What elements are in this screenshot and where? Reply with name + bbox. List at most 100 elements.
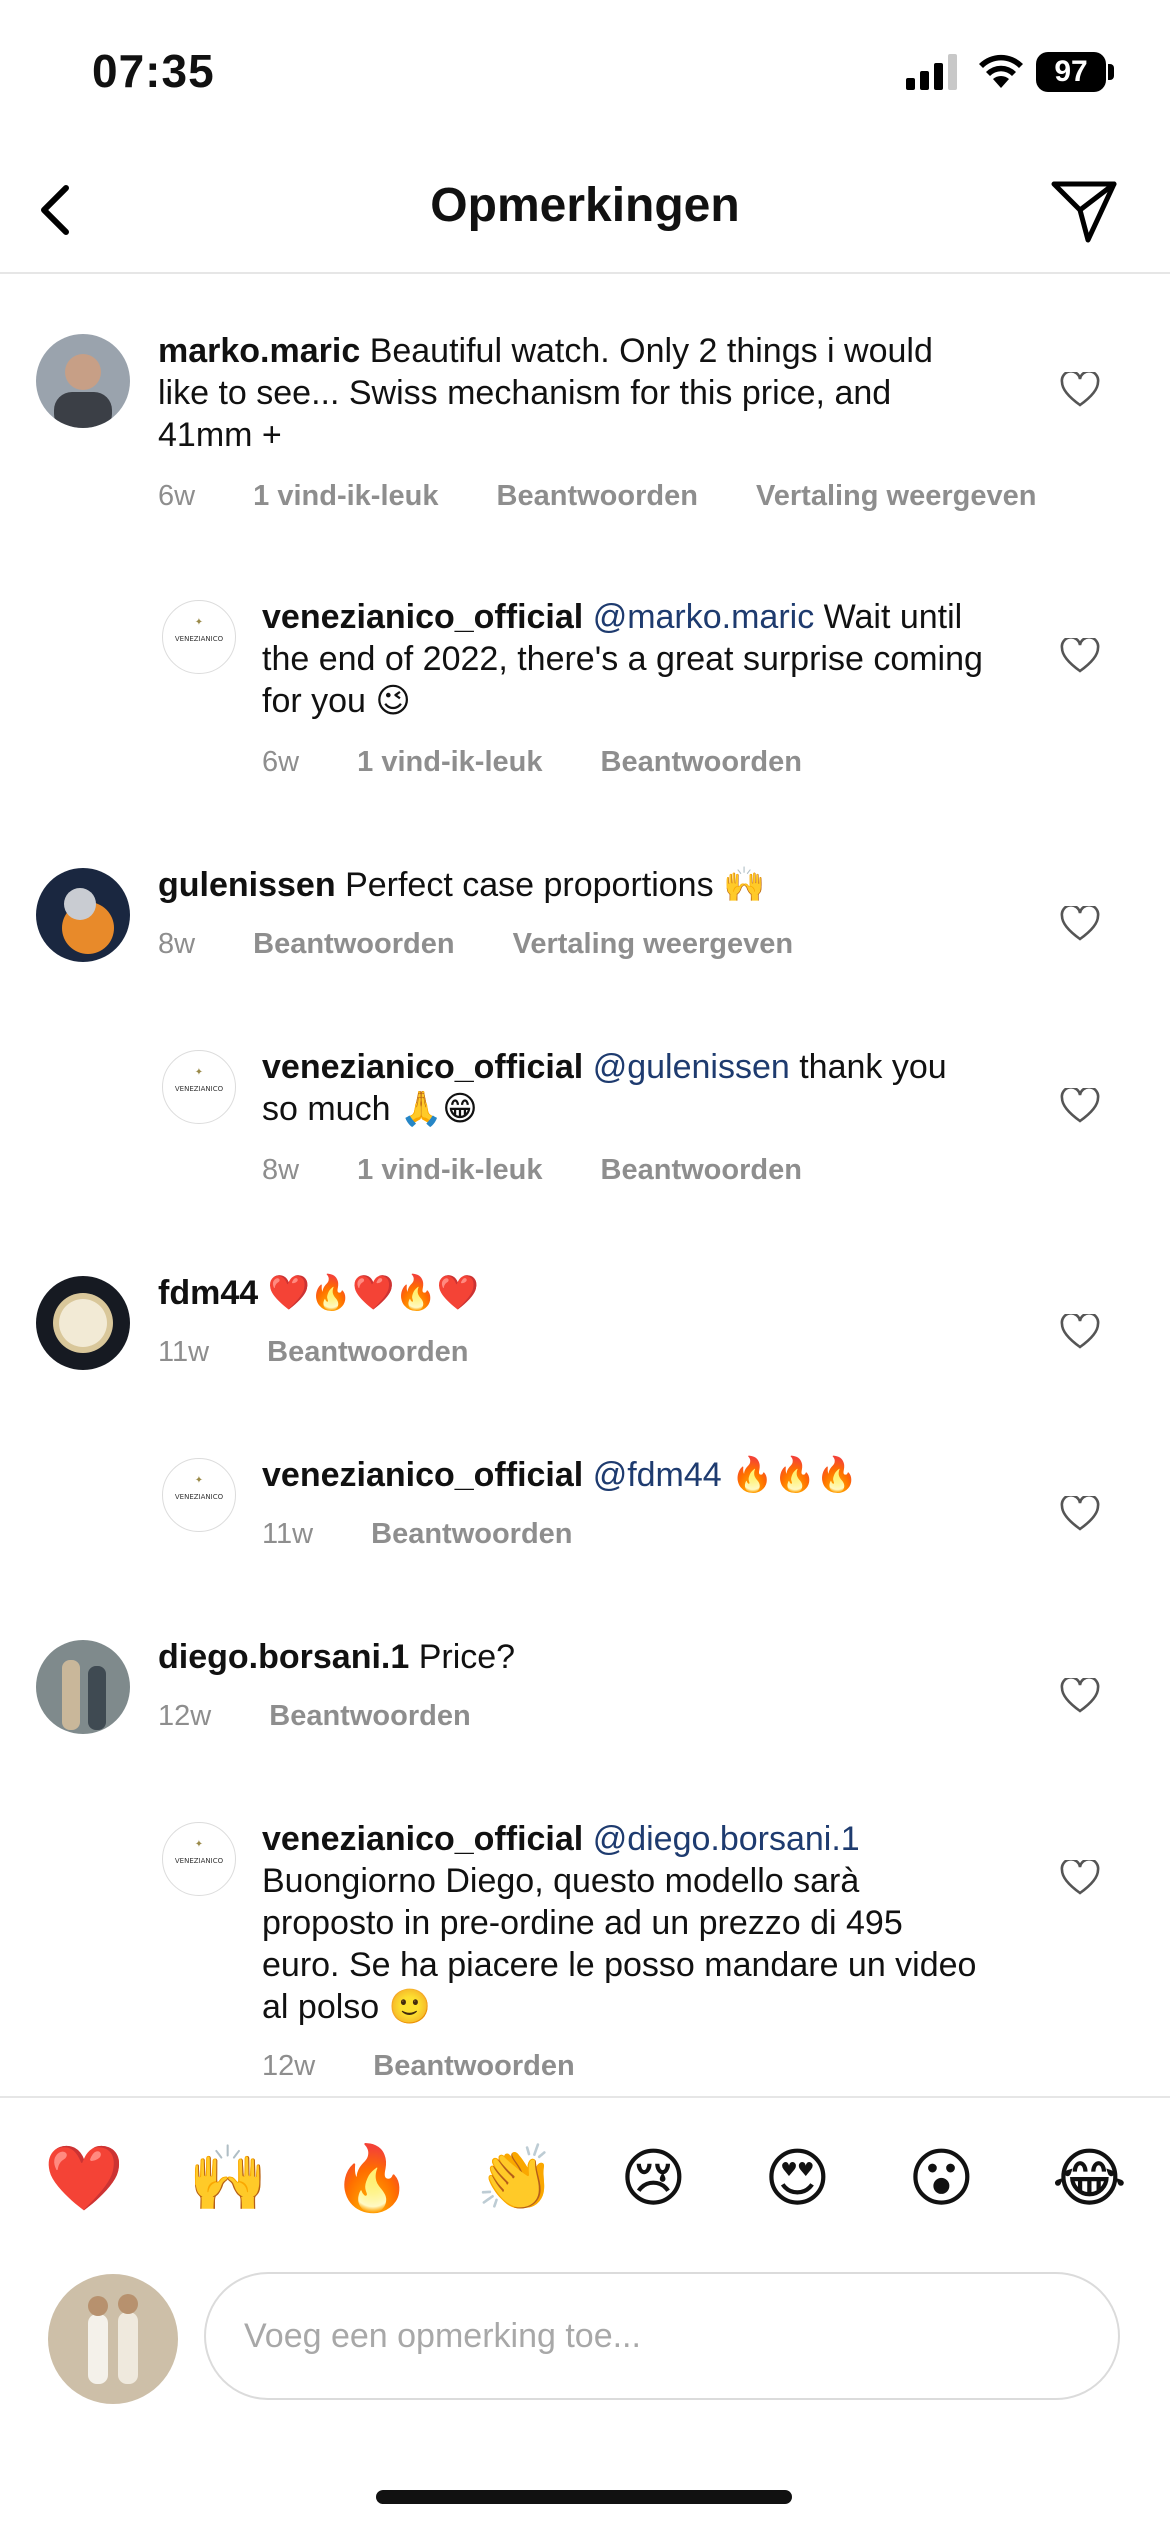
comment-username[interactable]: marko.maric [158,332,360,370]
comment-age: 11w [158,1336,210,1368]
emoji-heart-button[interactable]: ❤️ [44,2138,124,2218]
svg-text:✦: ✦ [195,617,203,628]
avatar[interactable] [36,334,130,428]
battery-level: 97 [1036,52,1106,92]
comment-meta: 12w Beantwoorden [262,2050,625,2083]
svg-text:✦: ✦ [195,1839,203,1850]
comment-input[interactable]: Voeg een opmerking toe... [204,2272,1120,2400]
reply-button[interactable]: Beantwoorden [373,2050,574,2082]
heart-icon[interactable] [1060,372,1100,408]
svg-text:✦: ✦ [195,1067,203,1078]
brand-logo-text: VENEZIANICO [175,1493,224,1501]
avatar[interactable]: ✦ VENEZIANICO [162,1822,236,1896]
comment-meta: 12w Beantwoorden [158,1700,521,1733]
comment-meta: 8w 1 vind-ik-leuk Beantwoorden [262,1154,852,1187]
comment-age: 8w [262,1154,300,1186]
comment-text: venezianico_official @diego.borsani.1 Bu… [262,1818,988,2028]
comment-body: ❤️🔥❤️🔥❤️ [267,1274,480,1312]
wifi-icon [979,54,1023,88]
cellular-signal-icon [906,54,957,90]
comment-composer: Voeg een opmerking toe... [0,2256,1170,2436]
emoji-clap-button[interactable]: 👏 [476,2138,556,2218]
comment-username[interactable]: venezianico_official [262,1048,583,1086]
share-send-icon[interactable] [1048,176,1120,246]
brand-logo-text: VENEZIANICO [175,1085,224,1093]
brand-logo-text: VENEZIANICO [175,1857,224,1865]
heart-icon[interactable] [1060,906,1100,942]
emoji-surprised-button[interactable]: 😮 [908,2138,975,2218]
mention-link[interactable]: @diego.borsani.1 [593,1820,860,1858]
comment-text: venezianico_official @gulenissen thank y… [262,1046,988,1130]
comments-header: Opmerkingen [0,150,1170,274]
status-time: 07:35 [92,45,215,97]
comment-body: Price? [418,1638,516,1676]
reply-button[interactable]: Beantwoorden [269,1700,470,1732]
emoji-laughing-button[interactable]: 😂 [1052,2138,1127,2218]
heart-icon[interactable] [1060,1678,1100,1714]
avatar[interactable] [36,1640,130,1734]
comment-meta: 8w Beantwoorden Vertaling weergeven [158,928,843,961]
comment-age: 12w [158,1700,212,1732]
status-bar: 07:35 97 [0,0,1170,140]
reply-button[interactable]: Beantwoorden [267,1336,468,1368]
comment-age: 6w [262,746,300,778]
emoji-raised-hands-button[interactable]: 🙌 [188,2138,268,2218]
comment-meta: 11w Beantwoorden [262,1518,623,1551]
comment-username[interactable]: diego.borsani.1 [158,1638,409,1676]
battery-cap [1108,64,1114,80]
comment-body: Perfect case proportions 🙌 [345,866,766,904]
mention-link[interactable]: @fdm44 [593,1456,722,1494]
heart-icon[interactable] [1060,638,1100,674]
comment-meta: 6w 1 vind-ik-leuk Beantwoorden [262,746,852,779]
heart-icon[interactable] [1060,1496,1100,1532]
comment-text: marko.maric Beautiful watch. Only 2 thin… [158,330,988,456]
comment-meta: 6w 1 vind-ik-leuk Beantwoorden Vertaling… [158,480,1086,513]
reply-button[interactable]: Beantwoorden [371,1518,572,1550]
translate-button[interactable]: Vertaling weergeven [756,480,1036,512]
avatar[interactable] [36,868,130,962]
reply-button[interactable]: Beantwoorden [497,480,698,512]
mention-link[interactable]: @marko.maric [593,598,815,636]
emoji-fire-button[interactable]: 🔥 [332,2138,412,2218]
comment-age: 11w [262,1518,314,1550]
avatar[interactable]: ✦ VENEZIANICO [162,600,236,674]
comment-username[interactable]: venezianico_official [262,598,583,636]
home-indicator [376,2490,792,2504]
brand-logo-text: VENEZIANICO [175,635,224,643]
likes-count[interactable]: 1 vind-ik-leuk [357,1154,542,1186]
quick-emoji-bar: ❤️ 🙌 🔥 👏 😢 😍 😮 😂 [0,2096,1170,2258]
page-title: Opmerkingen [430,179,740,232]
avatar[interactable]: ✦ VENEZIANICO [162,1050,236,1124]
heart-icon[interactable] [1060,1860,1100,1896]
mention-link[interactable]: @gulenissen [593,1048,790,1086]
emoji-crying-button[interactable]: 😢 [620,2138,687,2218]
comment-text: fdm44 ❤️🔥❤️🔥❤️ [158,1272,988,1314]
comment-age: 6w [158,480,196,512]
comment-text: venezianico_official @fdm44 🔥🔥🔥 [262,1454,988,1496]
comment-username[interactable]: venezianico_official [262,1820,583,1858]
comment-text: gulenissen Perfect case proportions 🙌 [158,864,988,906]
comment-username[interactable]: venezianico_official [262,1456,583,1494]
comment-username[interactable]: fdm44 [158,1274,258,1312]
comment-username[interactable]: gulenissen [158,866,336,904]
avatar[interactable]: ✦ VENEZIANICO [162,1458,236,1532]
reply-button[interactable]: Beantwoorden [253,928,454,960]
avatar[interactable] [36,1276,130,1370]
comment-body: Buongiorno Diego, questo modello sarà pr… [262,1862,977,2026]
reply-button[interactable]: Beantwoorden [601,1154,802,1186]
comment-age: 12w [262,2050,316,2082]
comment-text: diego.borsani.1 Price? [158,1636,988,1678]
heart-icon[interactable] [1060,1088,1100,1124]
comment-text: venezianico_official @marko.maric Wait u… [262,596,988,722]
comment-age: 8w [158,928,196,960]
likes-count[interactable]: 1 vind-ik-leuk [357,746,542,778]
comment-body: 🔥🔥🔥 [731,1456,859,1494]
svg-text:✦: ✦ [195,1475,203,1486]
likes-count[interactable]: 1 vind-ik-leuk [253,480,438,512]
current-user-avatar [48,2274,178,2404]
heart-icon[interactable] [1060,1314,1100,1350]
reply-button[interactable]: Beantwoorden [601,746,802,778]
translate-button[interactable]: Vertaling weergeven [513,928,793,960]
emoji-heart-eyes-button[interactable]: 😍 [764,2138,831,2218]
comment-meta: 11w Beantwoorden [158,1336,519,1369]
